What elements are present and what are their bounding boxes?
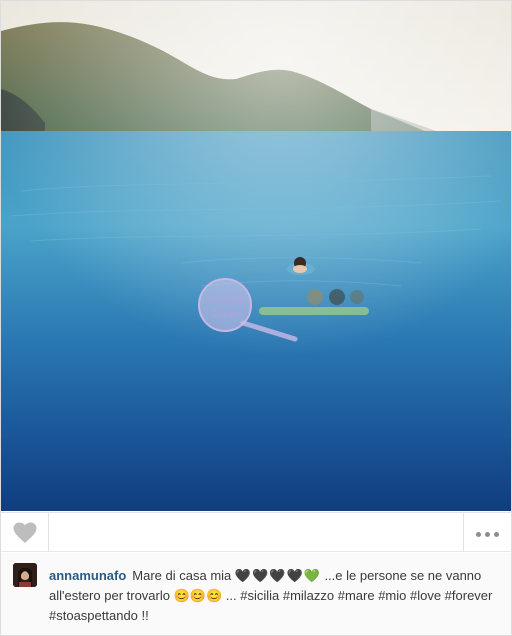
action-bar <box>1 512 511 552</box>
avatar[interactable] <box>13 563 37 587</box>
heart-icon <box>13 522 36 543</box>
sea-landscape-image <box>1 1 511 511</box>
caption-text: annamunafo Mare di casa mia 🖤🖤🖤🖤💚 ...e le… <box>49 566 495 626</box>
instagram-post: Vicolo Lives annamunafo Mare di casa mia… <box>0 0 512 636</box>
caption-area: annamunafo Mare di casa mia 🖤🖤🖤🖤💚 ...e le… <box>1 553 511 635</box>
watermark-text-bottom: Lives <box>211 307 242 320</box>
watermark-logo: Vicolo Lives <box>187 275 377 347</box>
username-link[interactable]: annamunafo <box>49 568 126 583</box>
watermark-text-top: Vicolo <box>208 293 243 306</box>
caption-hearts: 🖤🖤🖤🖤💚 <box>234 568 321 583</box>
more-options-button[interactable] <box>463 513 511 552</box>
like-button[interactable] <box>1 513 49 552</box>
ellipsis-icon <box>474 524 501 542</box>
post-photo[interactable]: Vicolo Lives <box>1 1 511 511</box>
caption-start: Mare di casa mia <box>132 568 235 583</box>
